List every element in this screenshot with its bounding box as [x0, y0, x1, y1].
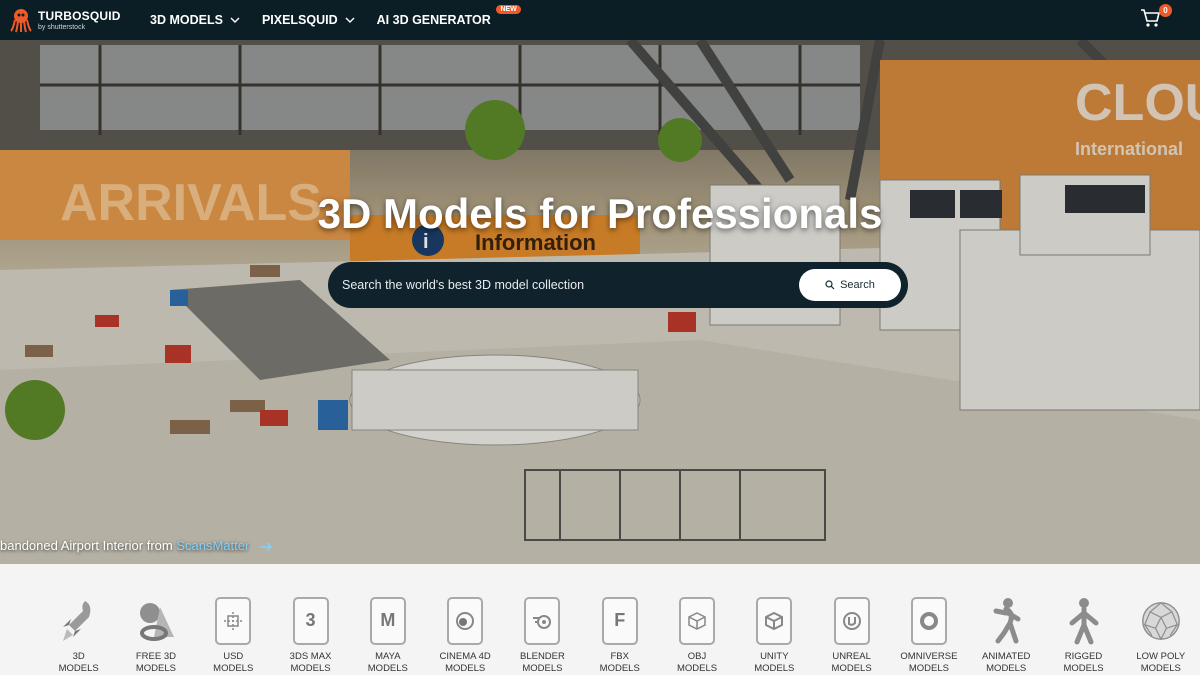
category-label-line2: MODELS	[676, 663, 718, 675]
logo-subtitle: by shutterstock	[38, 23, 86, 31]
category-label-line2: MODELS	[367, 663, 408, 675]
main-menu: 3D MODELS PIXELSQUID AI 3D GENERATOR NEW	[150, 5, 521, 27]
animated-figure-icon	[993, 597, 1021, 644]
category-label-line2: MODELS	[986, 663, 1027, 675]
category-label-line2: MODELS	[908, 663, 949, 675]
category-label-line1: OBJ	[687, 651, 707, 663]
category-label-line1: USD	[223, 651, 244, 663]
category-low-poly-models[interactable]: LOW POLY MODELS	[1122, 564, 1199, 675]
category-label-line1: 3DS MAX	[289, 651, 332, 663]
image-credit: bandoned Airport Interior from ScansMatt…	[0, 538, 273, 553]
blender-file-icon	[524, 596, 561, 645]
category-animated-models[interactable]: ANIMATED MODELS	[968, 564, 1045, 675]
category-label-line1: 3D	[72, 651, 85, 663]
category-cinema-4d-models[interactable]: CINEMA 4D MODELS	[426, 564, 503, 675]
category-rigged-models[interactable]: RIGGED MODELS	[1045, 564, 1122, 675]
category-label-line2: MODELS	[213, 663, 254, 675]
category-fbx-models[interactable]: F FBX MODELS	[581, 564, 658, 675]
menu-ai-3d-generator[interactable]: AI 3D GENERATOR NEW	[376, 5, 521, 27]
category-label-line2: MODELS	[831, 663, 872, 675]
turbosquid-logo[interactable]: TURBOSQUID by shutterstock	[8, 7, 138, 33]
cart-count-badge: 0	[1159, 4, 1172, 17]
category-obj-models[interactable]: OBJ MODELS	[658, 564, 735, 675]
category-unreal-models[interactable]: UNREAL MODELS	[813, 564, 890, 675]
fbx-file-icon: F	[601, 596, 638, 645]
menu-label: 3D MODELS	[150, 13, 223, 27]
menu-label: PIXELSQUID	[261, 13, 338, 27]
category-maya-models[interactable]: M MAYA MODELS	[349, 564, 426, 675]
menu-3d-models[interactable]: 3D MODELS	[150, 13, 240, 27]
menu-pixelsquid[interactable]: PIXELSQUID	[262, 13, 355, 27]
category-label-line1: LOW POLY	[1136, 651, 1186, 663]
category-label-line1: ANIMATED	[982, 651, 1031, 663]
new-badge: NEW	[496, 5, 521, 14]
category-label-line1: UNREAL	[832, 651, 871, 663]
category-label-line2: MODELS	[290, 663, 331, 675]
category-label-line2: MODELS	[135, 663, 176, 675]
category-label-line1: RIGGED	[1064, 651, 1103, 663]
category-label-line2: MODELS	[1063, 663, 1104, 675]
logo-name: TURBOSQUID	[38, 8, 121, 23]
category-label-line2: MODELS	[522, 663, 563, 675]
category-strip: 3D MODELS FREE 3D MODELS USD MODELS 3 3DS M…	[0, 564, 1200, 675]
omniverse-file-icon	[910, 596, 947, 645]
cart-button[interactable]: 0	[1140, 4, 1172, 30]
search-input[interactable]	[328, 262, 799, 308]
category-label-line2: MODELS	[754, 663, 795, 675]
low-poly-sphere-icon	[1141, 601, 1180, 641]
chevron-down-icon	[345, 17, 355, 23]
menu-label: AI 3D GENERATOR	[376, 13, 491, 27]
category-label-line1: OMNIVERSE	[900, 651, 958, 663]
category-label-line1: CINEMA 4D	[439, 651, 491, 663]
category-label-line1: FREE 3D	[135, 651, 176, 663]
category-omniverse-models[interactable]: OMNIVERSE MODELS	[890, 564, 967, 675]
category-3d-models[interactable]: 3D MODELS	[40, 564, 117, 675]
free-shapes-icon	[139, 602, 174, 641]
search-button[interactable]: Search	[799, 269, 901, 301]
credit-link[interactable]: ScansMatter	[176, 538, 249, 553]
category-usd-models[interactable]: USD MODELS	[195, 564, 272, 675]
category-label-line1: FBX	[610, 651, 629, 663]
search-button-label: Search	[840, 279, 875, 291]
credit-text: bandoned Airport Interior from	[0, 538, 177, 553]
obj-file-icon	[679, 596, 716, 645]
3dsmax-file-icon: 3	[292, 596, 329, 645]
hero-banner: ARRIVALS CLOU International i Informatio…	[0, 40, 1200, 564]
rigged-figure-icon	[1069, 597, 1098, 645]
category-blender-models[interactable]: BLENDER MODELS	[504, 564, 581, 675]
search-icon	[825, 280, 835, 290]
maya-file-icon: M	[369, 596, 406, 645]
arrow-right-icon[interactable]	[259, 542, 273, 552]
chevron-down-icon	[230, 17, 240, 23]
category-label-line2: MODELS	[58, 663, 99, 675]
top-nav: TURBOSQUID by shutterstock 3D MODELS PIX…	[0, 0, 1200, 40]
category-label-line2: MODELS	[599, 663, 640, 675]
unreal-file-icon	[833, 596, 870, 645]
category-label-line1: UNITY	[760, 651, 789, 663]
category-label-line2: MODELS	[1140, 663, 1181, 675]
category-unity-models[interactable]: UNITY MODELS	[736, 564, 813, 675]
squid-logo-icon	[10, 9, 32, 33]
category-label-line1: BLENDER	[519, 651, 565, 663]
rocket-icon	[62, 600, 90, 641]
usd-file-icon	[215, 596, 252, 645]
cinema4d-file-icon	[447, 596, 484, 645]
category-free-3d-models[interactable]: FREE 3D MODELS	[117, 564, 194, 675]
category-label-line1: MAYA	[375, 651, 401, 663]
unity-file-icon	[756, 596, 793, 645]
hero-title: 3D Models for Professionals	[317, 190, 883, 237]
category-3ds-max-models[interactable]: 3 3DS MAX MODELS	[272, 564, 349, 675]
search-bar: Search	[328, 262, 908, 308]
category-label-line2: MODELS	[445, 663, 486, 675]
